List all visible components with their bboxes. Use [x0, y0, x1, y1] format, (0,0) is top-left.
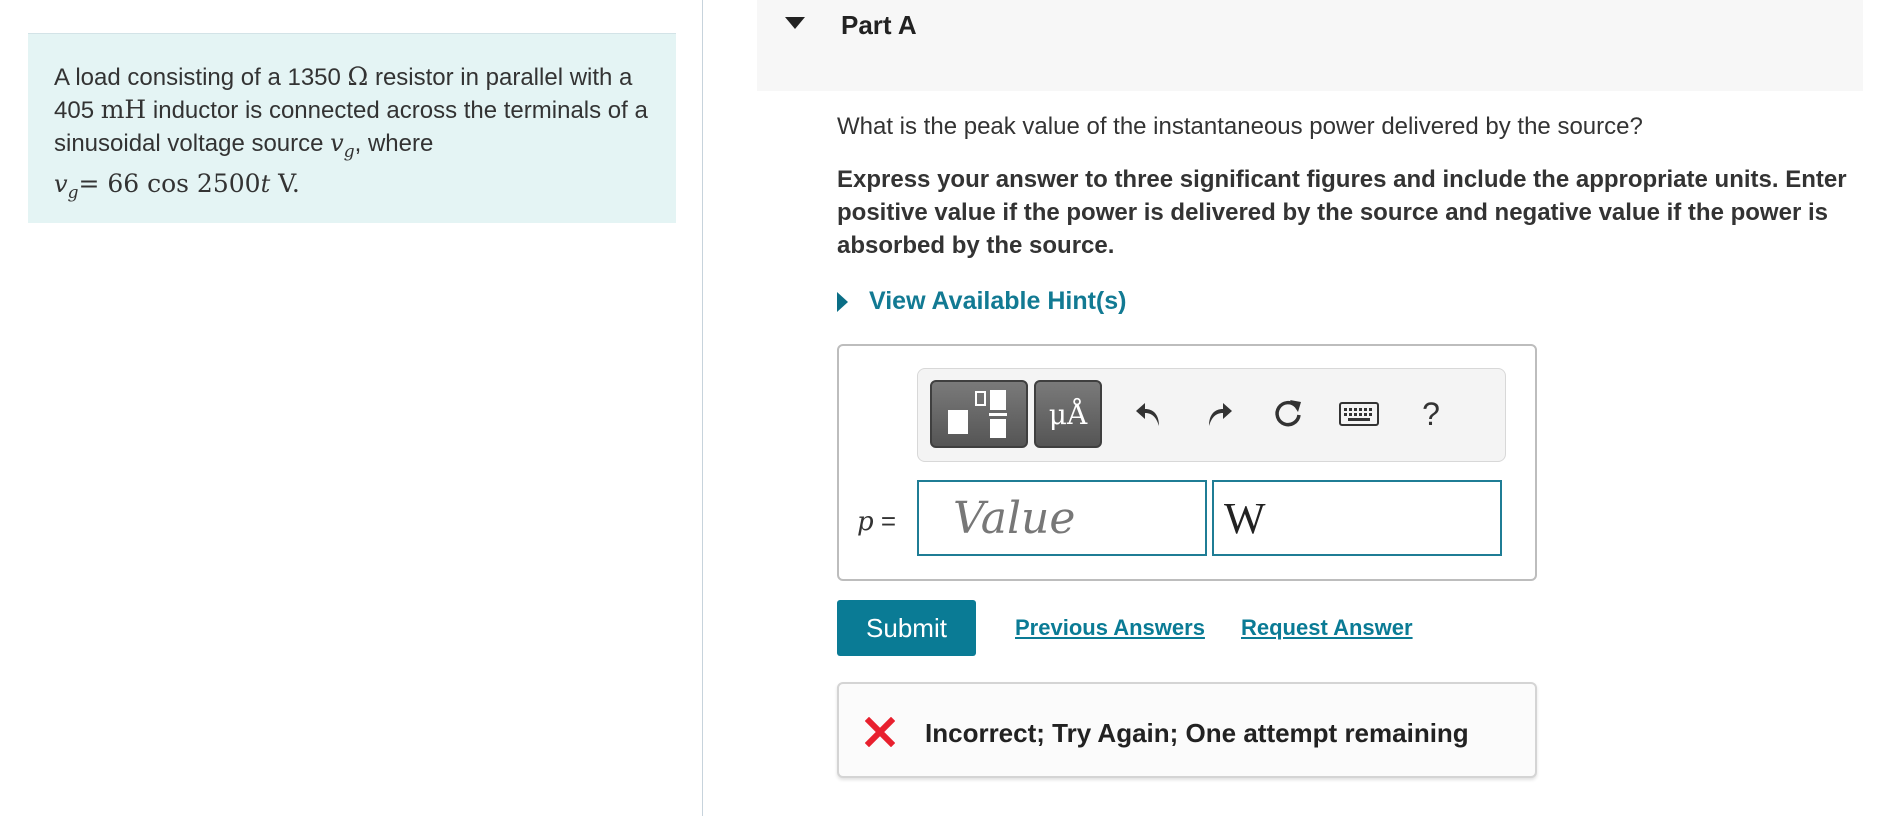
help-button[interactable]: ? — [1408, 391, 1454, 437]
keyboard-button[interactable] — [1336, 391, 1382, 437]
unit-input[interactable]: W — [1212, 480, 1502, 556]
units-button[interactable]: μÅ — [1034, 380, 1102, 448]
view-hints-label: View Available Hint(s) — [869, 287, 1127, 315]
millihenry-unit: mH — [100, 95, 147, 124]
problem-statement: A load consisting of a 1350 Ω resistor i… — [28, 33, 676, 223]
equation-vg: vg — [54, 169, 79, 203]
redo-icon — [1209, 403, 1232, 426]
problem-column: A load consisting of a 1350 Ω resistor i… — [0, 0, 703, 816]
reset-icon — [1275, 400, 1301, 427]
incorrect-x-icon — [865, 717, 895, 747]
answer-variable-label: p = — [857, 506, 897, 537]
feedback-message: Incorrect; Try Again; One attempt remain… — [837, 682, 1537, 778]
part-title: Part A — [841, 10, 917, 40]
reset-button[interactable] — [1265, 391, 1311, 437]
feedback-text: Incorrect; Try Again; One attempt remain… — [925, 718, 1469, 748]
help-icon: ? — [1422, 395, 1440, 432]
templates-icon — [948, 390, 1007, 438]
submit-button[interactable]: Submit — [837, 600, 976, 656]
answer-instructions: Express your answer to three significant… — [837, 166, 1847, 259]
equation-t: t — [260, 169, 271, 198]
question-text: What is the peak value of the instantane… — [837, 113, 1643, 140]
undo-button[interactable] — [1126, 391, 1172, 437]
equation-rhs: = 66 cos 2500 — [78, 168, 261, 198]
expand-caret-icon — [837, 291, 848, 312]
problem-text-4: , where — [354, 130, 434, 157]
redo-button[interactable] — [1196, 391, 1242, 437]
previous-answers-link[interactable]: Previous Answers — [1015, 615, 1205, 641]
units-icon: μÅ — [1048, 397, 1088, 431]
request-answer-link[interactable]: Request Answer — [1241, 615, 1413, 641]
answer-box: μÅ ? p = Value W — [837, 344, 1537, 581]
view-hints-toggle[interactable]: View Available Hint(s) — [837, 287, 1126, 316]
equation-unit: V. — [270, 168, 300, 198]
part-header[interactable]: Part A — [757, 0, 1863, 91]
keyboard-icon — [1339, 402, 1379, 426]
templates-button[interactable] — [930, 380, 1028, 448]
problem-text-1: A load consisting of a 1350 — [54, 64, 348, 91]
value-input[interactable]: Value — [917, 480, 1207, 556]
math-toolbar: μÅ ? — [917, 368, 1506, 462]
vg-symbol: vg — [330, 129, 355, 162]
undo-icon — [1136, 403, 1159, 426]
ohm-symbol: Ω — [347, 62, 369, 91]
collapse-caret-icon[interactable] — [785, 17, 805, 29]
